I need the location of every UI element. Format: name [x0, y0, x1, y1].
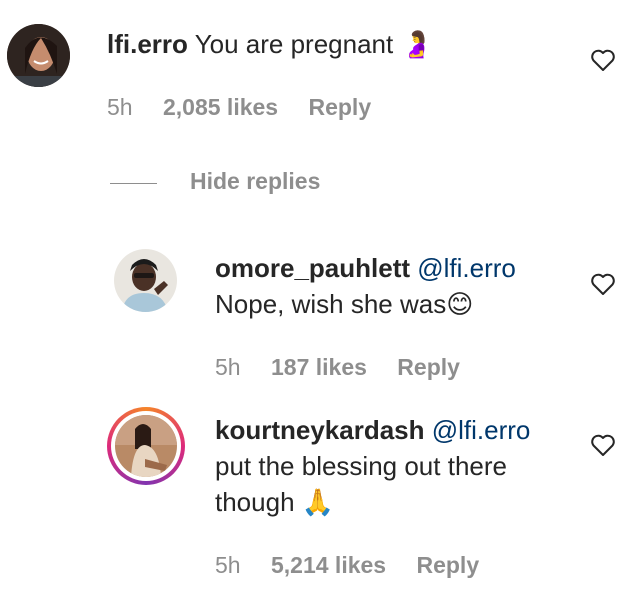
- smiling-face-emoji: 😊: [446, 290, 474, 320]
- reply-button[interactable]: Reply: [308, 94, 371, 120]
- avatar[interactable]: [114, 249, 177, 312]
- folded-hands-emoji: 🙏: [301, 488, 335, 518]
- comment-meta: 5h 2,085 likes Reply: [107, 94, 395, 121]
- mention-link[interactable]: @lfi.erro: [417, 253, 516, 283]
- comment-body: You are pregnant: [194, 29, 394, 59]
- likes-count[interactable]: 2,085 likes: [163, 94, 278, 120]
- avatar[interactable]: [115, 415, 177, 477]
- hide-replies-button[interactable]: Hide replies: [190, 168, 320, 195]
- comment-time: 5h: [107, 94, 133, 120]
- comment-body: Nope, wish she was: [215, 289, 447, 319]
- comment-text: lfi.erro You are pregnant 🤰: [107, 26, 433, 63]
- avatar[interactable]: [7, 24, 70, 87]
- comment-username[interactable]: kourtneykardash: [215, 415, 425, 445]
- comment-meta: 5h 187 likes Reply: [215, 354, 484, 381]
- mention-link[interactable]: @lfi.erro: [432, 415, 531, 445]
- reply-button[interactable]: Reply: [397, 354, 460, 380]
- comment-time: 5h: [215, 552, 241, 578]
- comment-time: 5h: [215, 354, 241, 380]
- hide-replies-divider: [110, 183, 157, 184]
- comment-meta: 5h 5,214 likes Reply: [215, 552, 503, 579]
- reply-button[interactable]: Reply: [416, 552, 479, 578]
- avatar-image: [7, 24, 70, 87]
- comment-text: kourtneykardash @lfi.erro put the blessi…: [215, 412, 530, 521]
- comment-username[interactable]: omore_pauhlett: [215, 253, 410, 283]
- heart-outline-icon[interactable]: [590, 48, 616, 72]
- likes-count[interactable]: 5,214 likes: [271, 552, 386, 578]
- heart-outline-icon[interactable]: [590, 433, 616, 457]
- comment-body-line1: put the blessing out there: [215, 451, 507, 481]
- likes-count[interactable]: 187 likes: [271, 354, 367, 380]
- pregnant-woman-emoji: 🤰: [400, 30, 433, 60]
- avatar-image: [115, 415, 177, 477]
- comment-body-line2: though: [215, 487, 295, 517]
- comment-username[interactable]: lfi.erro: [107, 29, 188, 59]
- comment-text: omore_pauhlett @lfi.erro Nope, wish she …: [215, 250, 516, 323]
- heart-outline-icon[interactable]: [590, 272, 616, 296]
- avatar-image: [114, 249, 177, 312]
